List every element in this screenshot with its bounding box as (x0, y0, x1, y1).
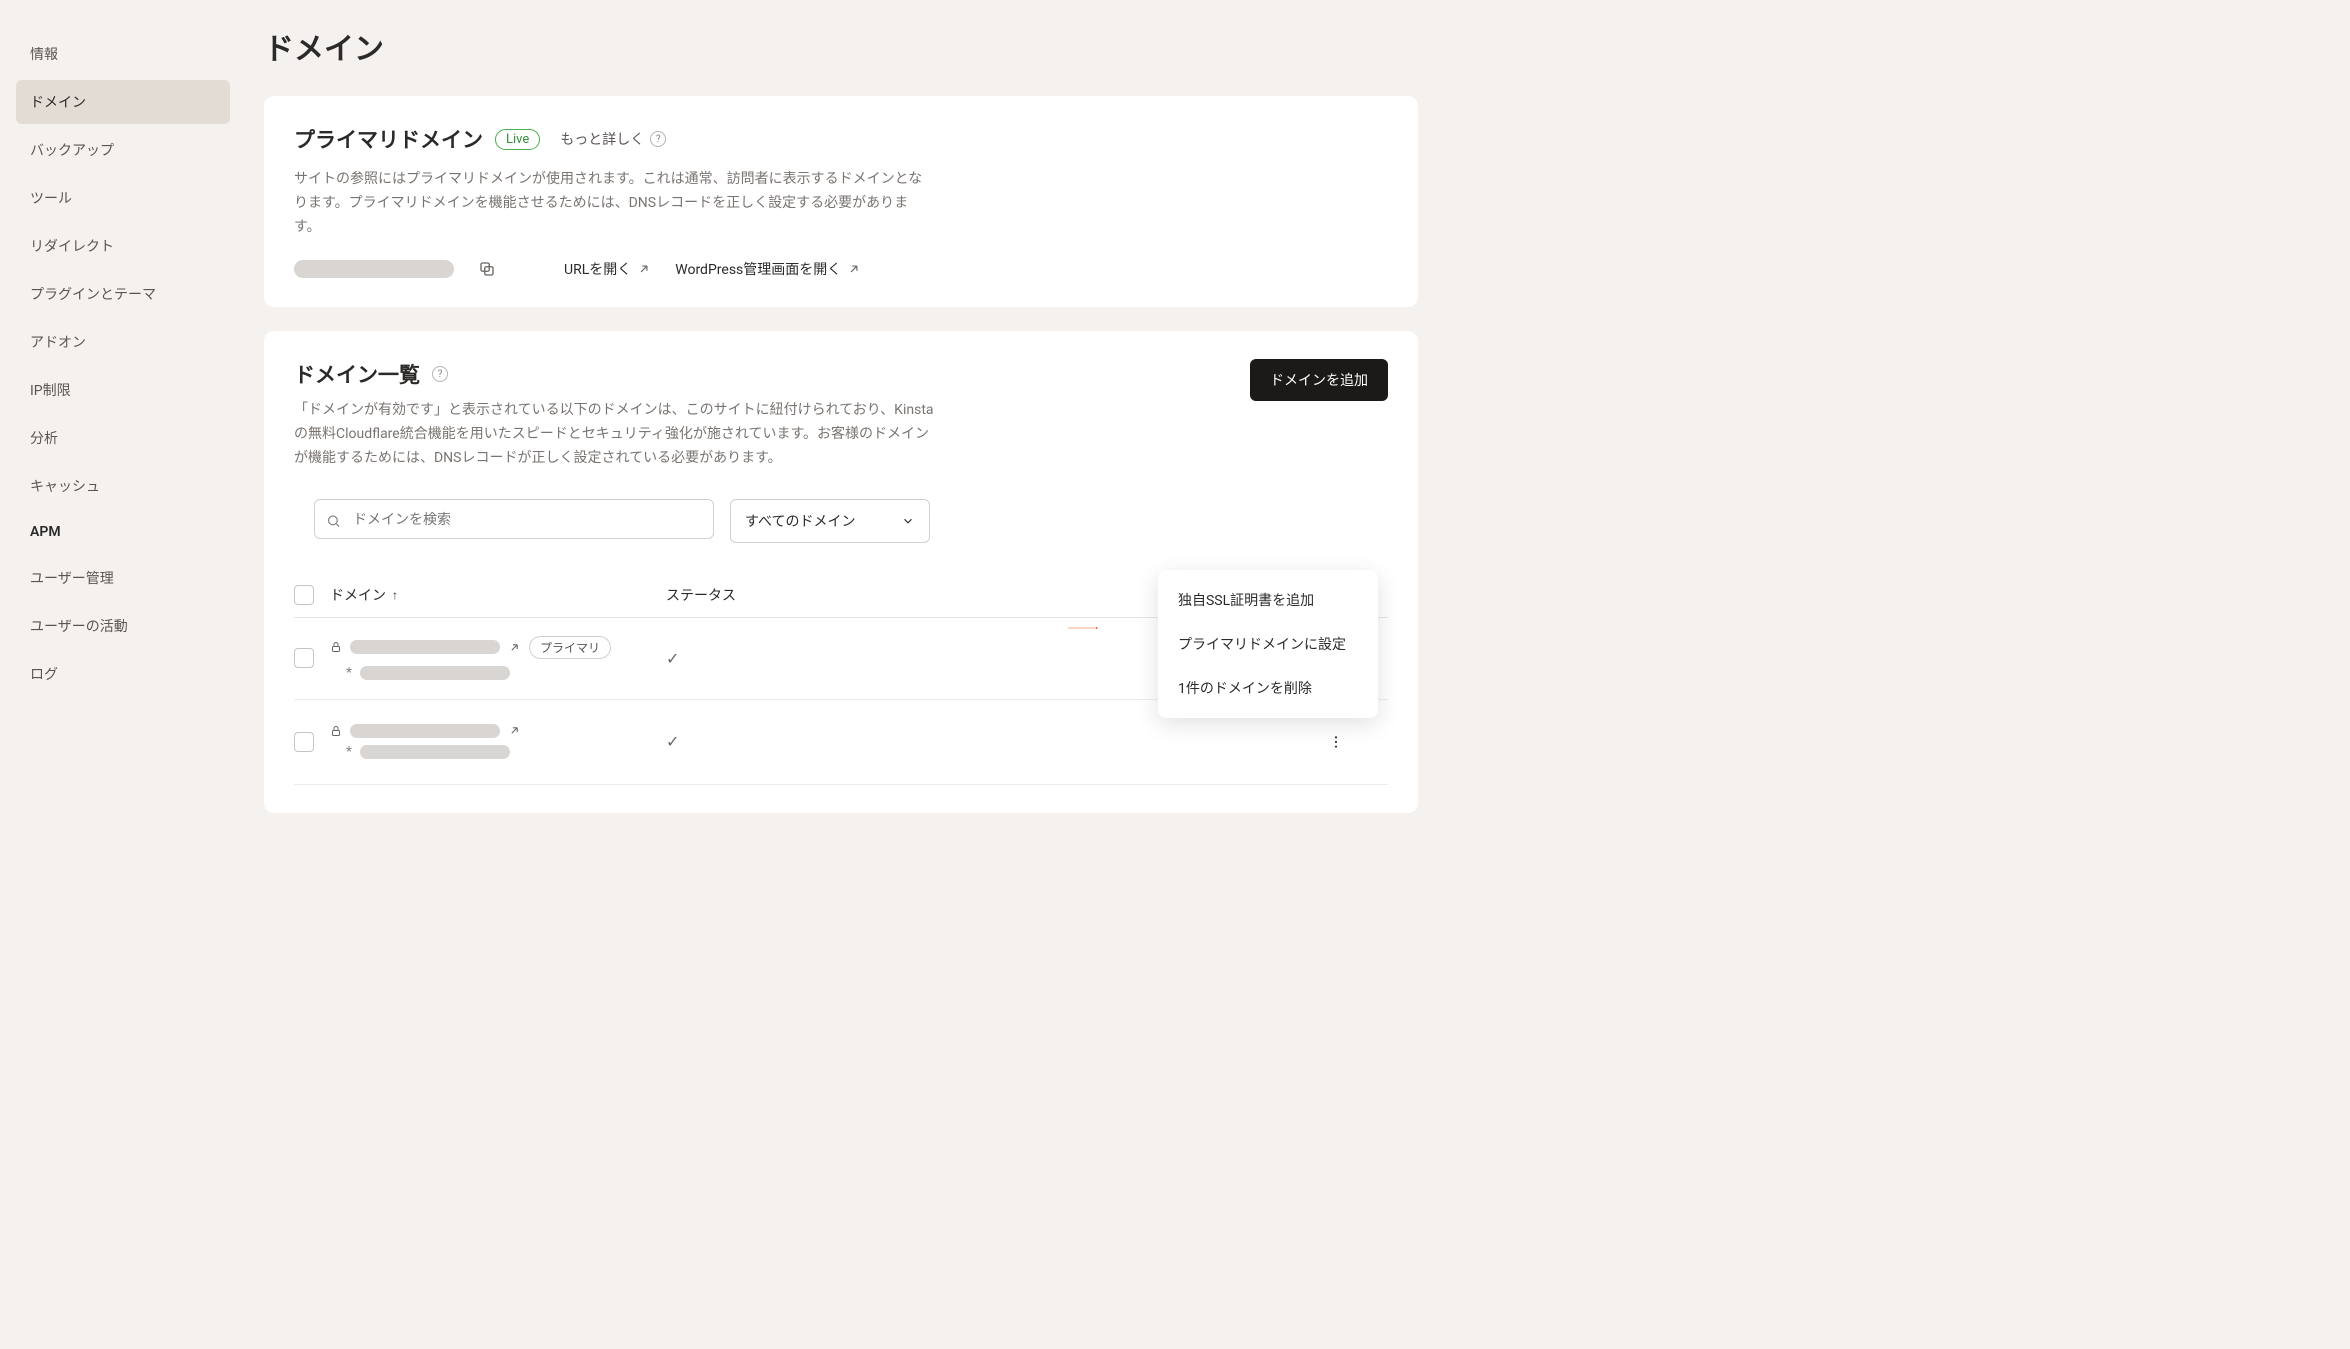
row-actions-dropdown: 独自SSL証明書を追加 プライマリドメインに設定 1件のドメインを削除 (1158, 570, 1378, 718)
col-header-domain[interactable]: ドメイン ↑ (330, 585, 650, 605)
primary-badge: プライマリ (529, 636, 611, 659)
primary-domain-card: プライマリドメイン Live もっと詳しく ? サイトの参照にはプライマリドメイ… (264, 96, 1418, 307)
lock-icon (330, 641, 342, 653)
live-badge: Live (495, 129, 540, 150)
domain-name-redacted (350, 724, 500, 738)
sidebar-item-user-activity[interactable]: ユーザーの活動 (16, 604, 230, 648)
check-icon: ✓ (666, 649, 679, 668)
open-wp-admin-link[interactable]: WordPress管理画面を開く (675, 259, 861, 279)
domain-name-redacted (350, 640, 500, 654)
domain-search-input-wrapper (314, 499, 714, 543)
select-all-checkbox[interactable] (294, 585, 314, 605)
sidebar-item-info[interactable]: 情報 (16, 32, 230, 76)
row-actions-kebab[interactable] (1328, 710, 1388, 774)
sidebar-item-redirects[interactable]: リダイレクト (16, 224, 230, 268)
sidebar-item-plugins-themes[interactable]: プラグインとテーマ (16, 272, 230, 316)
search-icon (326, 513, 341, 528)
wildcard-prefix: * (346, 665, 352, 681)
sort-asc-icon: ↑ (392, 588, 398, 602)
primary-domain-desc: サイトの参照にはプライマリドメインが使用されます。これは通常、訪問者に表示するド… (294, 168, 934, 239)
page-title: ドメイン (264, 24, 1418, 68)
domain-list-desc: 「ドメインが有効です」と表示されている以下のドメインは、このサイトに紐付けられて… (294, 399, 934, 470)
sidebar-item-apm[interactable]: APM (16, 512, 230, 552)
sidebar-item-addons[interactable]: アドオン (16, 320, 230, 364)
sidebar-item-analytics[interactable]: 分析 (16, 416, 230, 460)
primary-domain-title: プライマリドメイン (294, 124, 483, 154)
chevron-down-icon (901, 514, 915, 528)
copy-icon[interactable] (478, 260, 496, 278)
lock-icon (330, 725, 342, 737)
add-domain-button[interactable]: ドメインを追加 (1250, 359, 1388, 401)
table-row: プライマリ * ✓ 独自SSL証明書を追加 プライマリドメインに設定 1件のドメ… (294, 618, 1388, 700)
sidebar-item-cache[interactable]: キャッシュ (16, 464, 230, 508)
sidebar-item-domains[interactable]: ドメイン (16, 80, 230, 124)
domain-list-card: ドメイン一覧 ? 「ドメインが有効です」と表示されている以下のドメインは、このサ… (264, 331, 1418, 812)
sidebar-item-backups[interactable]: バックアップ (16, 128, 230, 172)
sidebar-item-logs[interactable]: ログ (16, 652, 230, 696)
row-checkbox[interactable] (294, 648, 314, 668)
sidebar-item-ip-deny[interactable]: IP制限 (16, 368, 230, 412)
dropdown-set-primary[interactable]: プライマリドメインに設定 (1158, 622, 1378, 666)
primary-domain-value-redacted (294, 260, 454, 278)
help-icon: ? (650, 131, 666, 147)
annotation-arrow (1008, 626, 1158, 630)
dropdown-add-ssl[interactable]: 独自SSL証明書を追加 (1158, 578, 1378, 622)
domain-filter-select[interactable]: すべてのドメイン (730, 499, 930, 543)
domain-wildcard-redacted (360, 666, 510, 680)
domain-wildcard-redacted (360, 745, 510, 759)
main-content: ドメイン プライマリドメイン Live もっと詳しく ? サイトの参照にはプライ… (246, 0, 1446, 1349)
external-link-icon (847, 262, 861, 276)
wildcard-prefix: * (346, 744, 352, 760)
sidebar-item-tools[interactable]: ツール (16, 176, 230, 220)
domain-list-title: ドメイン一覧 (294, 359, 420, 389)
sidebar-item-user-management[interactable]: ユーザー管理 (16, 556, 230, 600)
learn-more-link[interactable]: もっと詳しく ? (560, 129, 666, 149)
external-link-icon[interactable] (508, 724, 521, 737)
external-link-icon (637, 262, 651, 276)
row-checkbox[interactable] (294, 732, 314, 752)
check-icon: ✓ (666, 732, 679, 751)
dropdown-delete-domain[interactable]: 1件のドメインを削除 (1158, 666, 1378, 710)
domain-search-input[interactable] (314, 499, 714, 539)
sidebar: 情報 ドメイン バックアップ ツール リダイレクト プラグインとテーマ アドオン… (0, 0, 246, 1349)
open-url-link[interactable]: URLを開く (564, 259, 651, 279)
help-icon[interactable]: ? (432, 366, 448, 382)
external-link-icon[interactable] (508, 641, 521, 654)
